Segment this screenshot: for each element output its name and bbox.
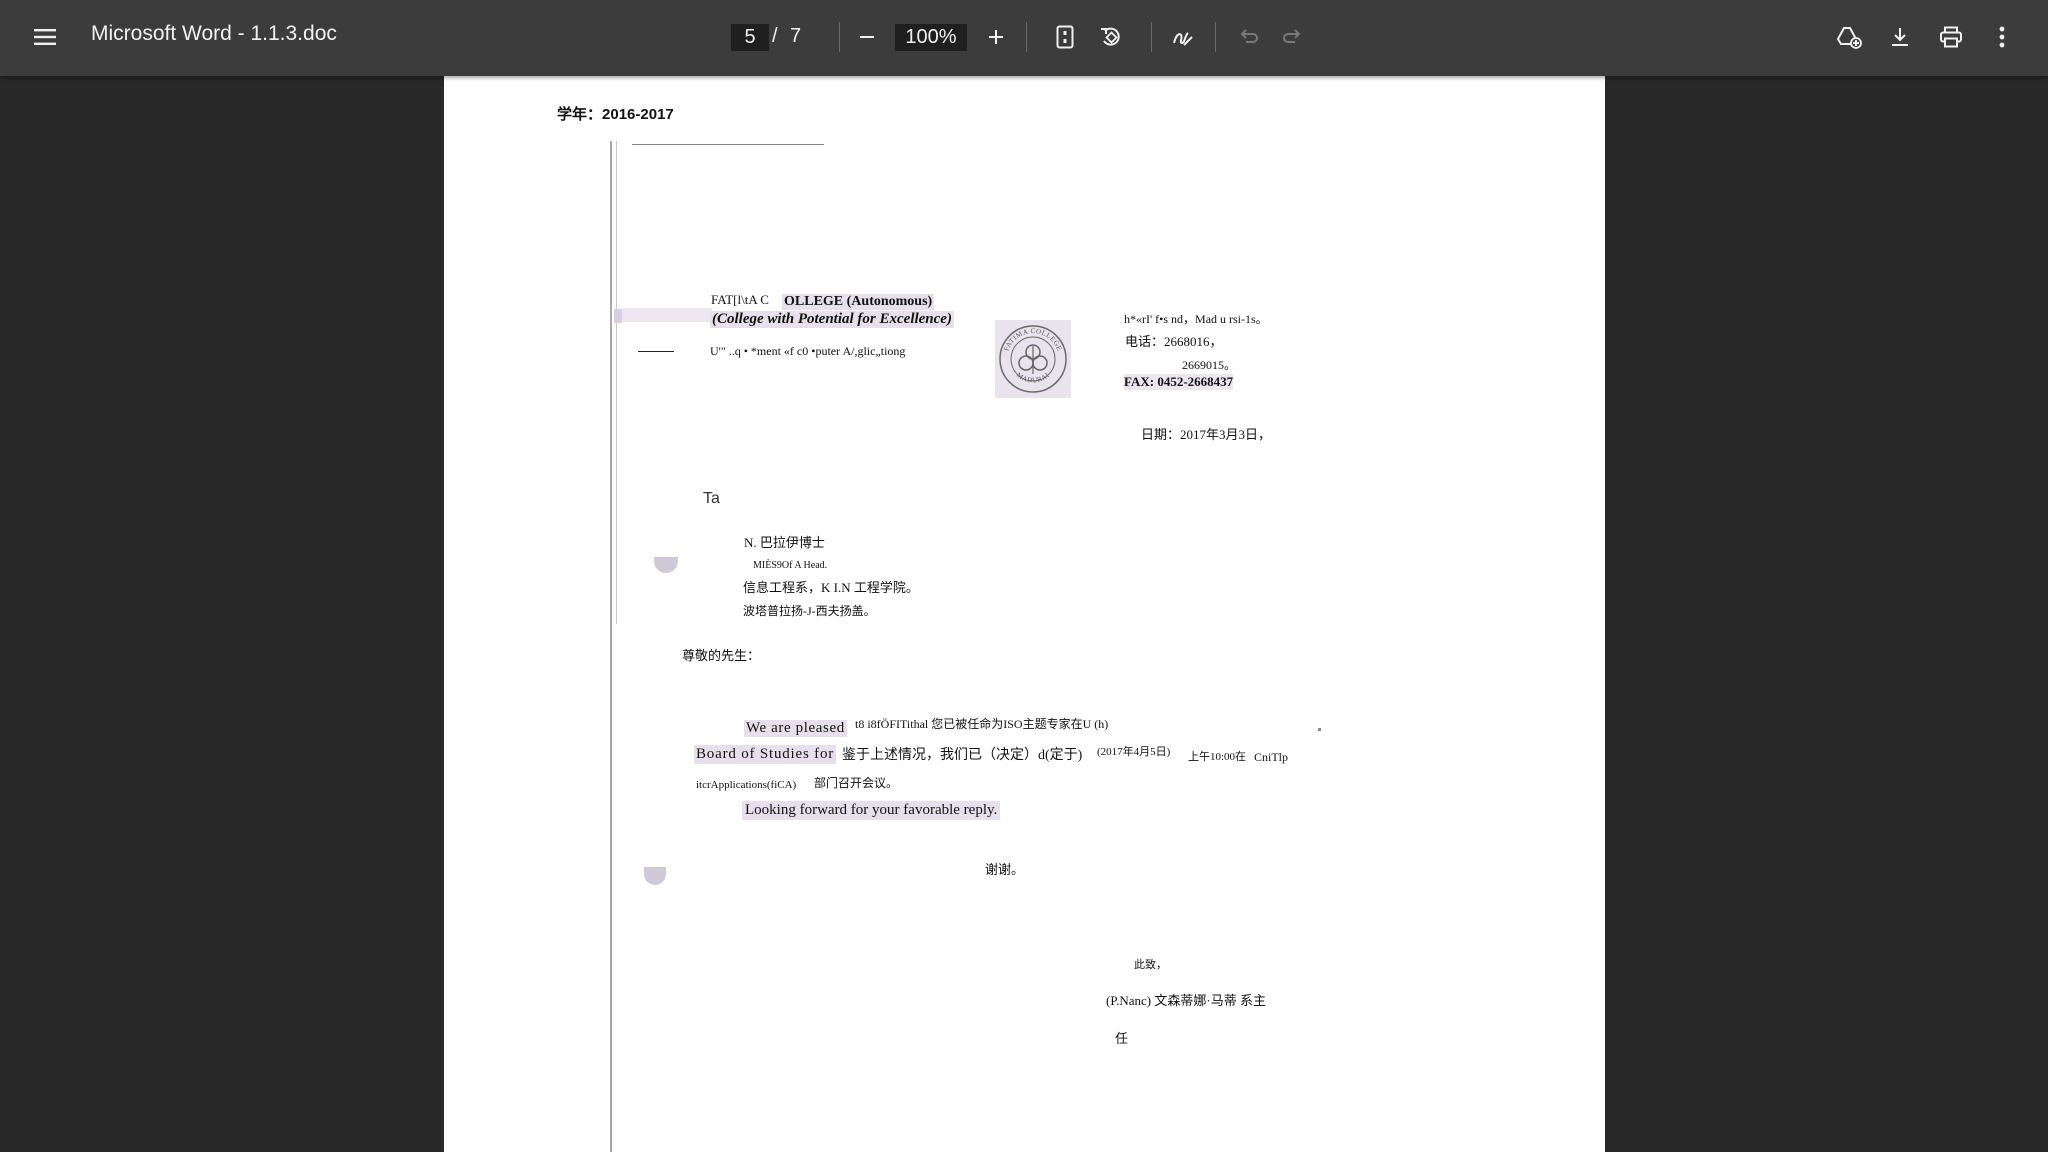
body-line-4: Looking forward for your favorable reply…: [742, 801, 1001, 820]
scan-margin-line: [610, 141, 612, 1152]
page-separator: /: [772, 25, 778, 47]
pdf-page: 学年：2016-2017 FAT[l\tA C OLLEGE (Autonomo…: [444, 76, 1605, 1152]
scan-top-rule: [632, 144, 824, 145]
redo-icon[interactable]: [1273, 17, 1313, 57]
scan-smudge: [654, 557, 678, 573]
body-line-3a: itcrApplications(fiCA): [696, 779, 797, 791]
hamburger-menu-icon[interactable]: [25, 17, 65, 57]
body-line-2a: Board of Studies for: [694, 745, 837, 764]
toolbar-divider: [1151, 22, 1152, 52]
salutation: 尊敬的先生：: [682, 648, 761, 663]
phone-line-1: 电话：2668016，: [1125, 334, 1223, 349]
scan-mark: [614, 309, 622, 323]
document-title: Microsoft Word - 1.1.3.doc: [91, 22, 337, 45]
recipient-title: MIÈS9Of A Head.: [753, 560, 828, 571]
undo-icon[interactable]: [1228, 17, 1268, 57]
toolbar-divider: [839, 22, 840, 52]
scan-smudge: [644, 867, 666, 885]
fax-number: FAX: 0452-2668437: [1124, 374, 1234, 390]
college-tagline: (College with Potential for Excellence): [710, 311, 954, 328]
save-to-drive-icon[interactable]: [1829, 17, 1869, 57]
recipient-name: N. 巴拉伊博士: [744, 535, 825, 550]
download-icon[interactable]: [1880, 17, 1920, 57]
scan-highlight-band: [622, 308, 712, 322]
recipient-place: 波塔普拉扬-J-西夫扬盖。: [743, 604, 876, 618]
toolbar-divider: [1026, 22, 1027, 52]
annotate-pen-icon[interactable]: [1163, 17, 1203, 57]
body-line-2d: 上午10:00在: [1188, 751, 1247, 763]
document-viewer[interactable]: 学年：2016-2017 FAT[l\tA C OLLEGE (Autonomo…: [0, 76, 2048, 1152]
letter-date: 日期：2017年3月3日，: [1141, 427, 1272, 442]
to-label: Ta: [703, 490, 720, 507]
zoom-level-input[interactable]: [895, 24, 967, 51]
body-line-3b: 部门召开会议。: [814, 776, 899, 790]
phone-line-2: 2669015。: [1182, 358, 1237, 372]
page-number-input[interactable]: [731, 24, 769, 51]
body-line-2c: (2017年4月5日): [1097, 746, 1171, 758]
zoom-in-icon[interactable]: [976, 17, 1016, 57]
scan-margin-line: [616, 141, 617, 624]
recipient-department: 信息工程系，K I.N 工程学院。: [743, 580, 919, 595]
body-line-1b: t8 i8fÖFITithal 您已被任命为ISO主题专家在U (h): [855, 717, 1109, 731]
signature-name: (P.Nanc) 文森蒂娜·马蒂 系主: [1106, 993, 1266, 1008]
college-name: OLLEGE (Autonomous): [782, 294, 935, 310]
fit-page-icon[interactable]: [1045, 17, 1085, 57]
scan-speck: [1318, 728, 1321, 731]
closing-line: 此致，: [1134, 959, 1167, 971]
zoom-out-icon[interactable]: [847, 17, 887, 57]
body-line-2b: 鉴于上述情况，我们已（决定）d(定于): [842, 748, 1083, 763]
rotate-icon[interactable]: [1091, 17, 1131, 57]
print-icon[interactable]: [1931, 17, 1971, 57]
toolbar-divider: [1215, 22, 1216, 52]
academic-year-label: 学年：2016-2017: [557, 106, 674, 123]
department-name: U'" ..q • *ment «f c0 •puter A/,glic„tio…: [710, 344, 906, 358]
signature-role: 任: [1115, 1031, 1129, 1046]
more-vert-icon[interactable]: [1982, 17, 2022, 57]
body-line-1a: We are pleased: [744, 720, 847, 737]
college-prefix: FAT[l\tA C: [711, 292, 769, 307]
thanks-line: 谢谢。: [985, 862, 1025, 877]
college-address: h*«rI' f•s nd，Mad u rsi-1s。: [1124, 312, 1268, 326]
college-seal-logo: FATIMA COLLEGE MADURAI: [995, 320, 1071, 398]
page-total: 7: [790, 25, 802, 47]
pdf-toolbar: Microsoft Word - 1.1.3.doc / 7: [0, 0, 2048, 76]
body-line-2e: CniTlp: [1254, 750, 1289, 764]
scan-dash-rule: [638, 351, 674, 352]
